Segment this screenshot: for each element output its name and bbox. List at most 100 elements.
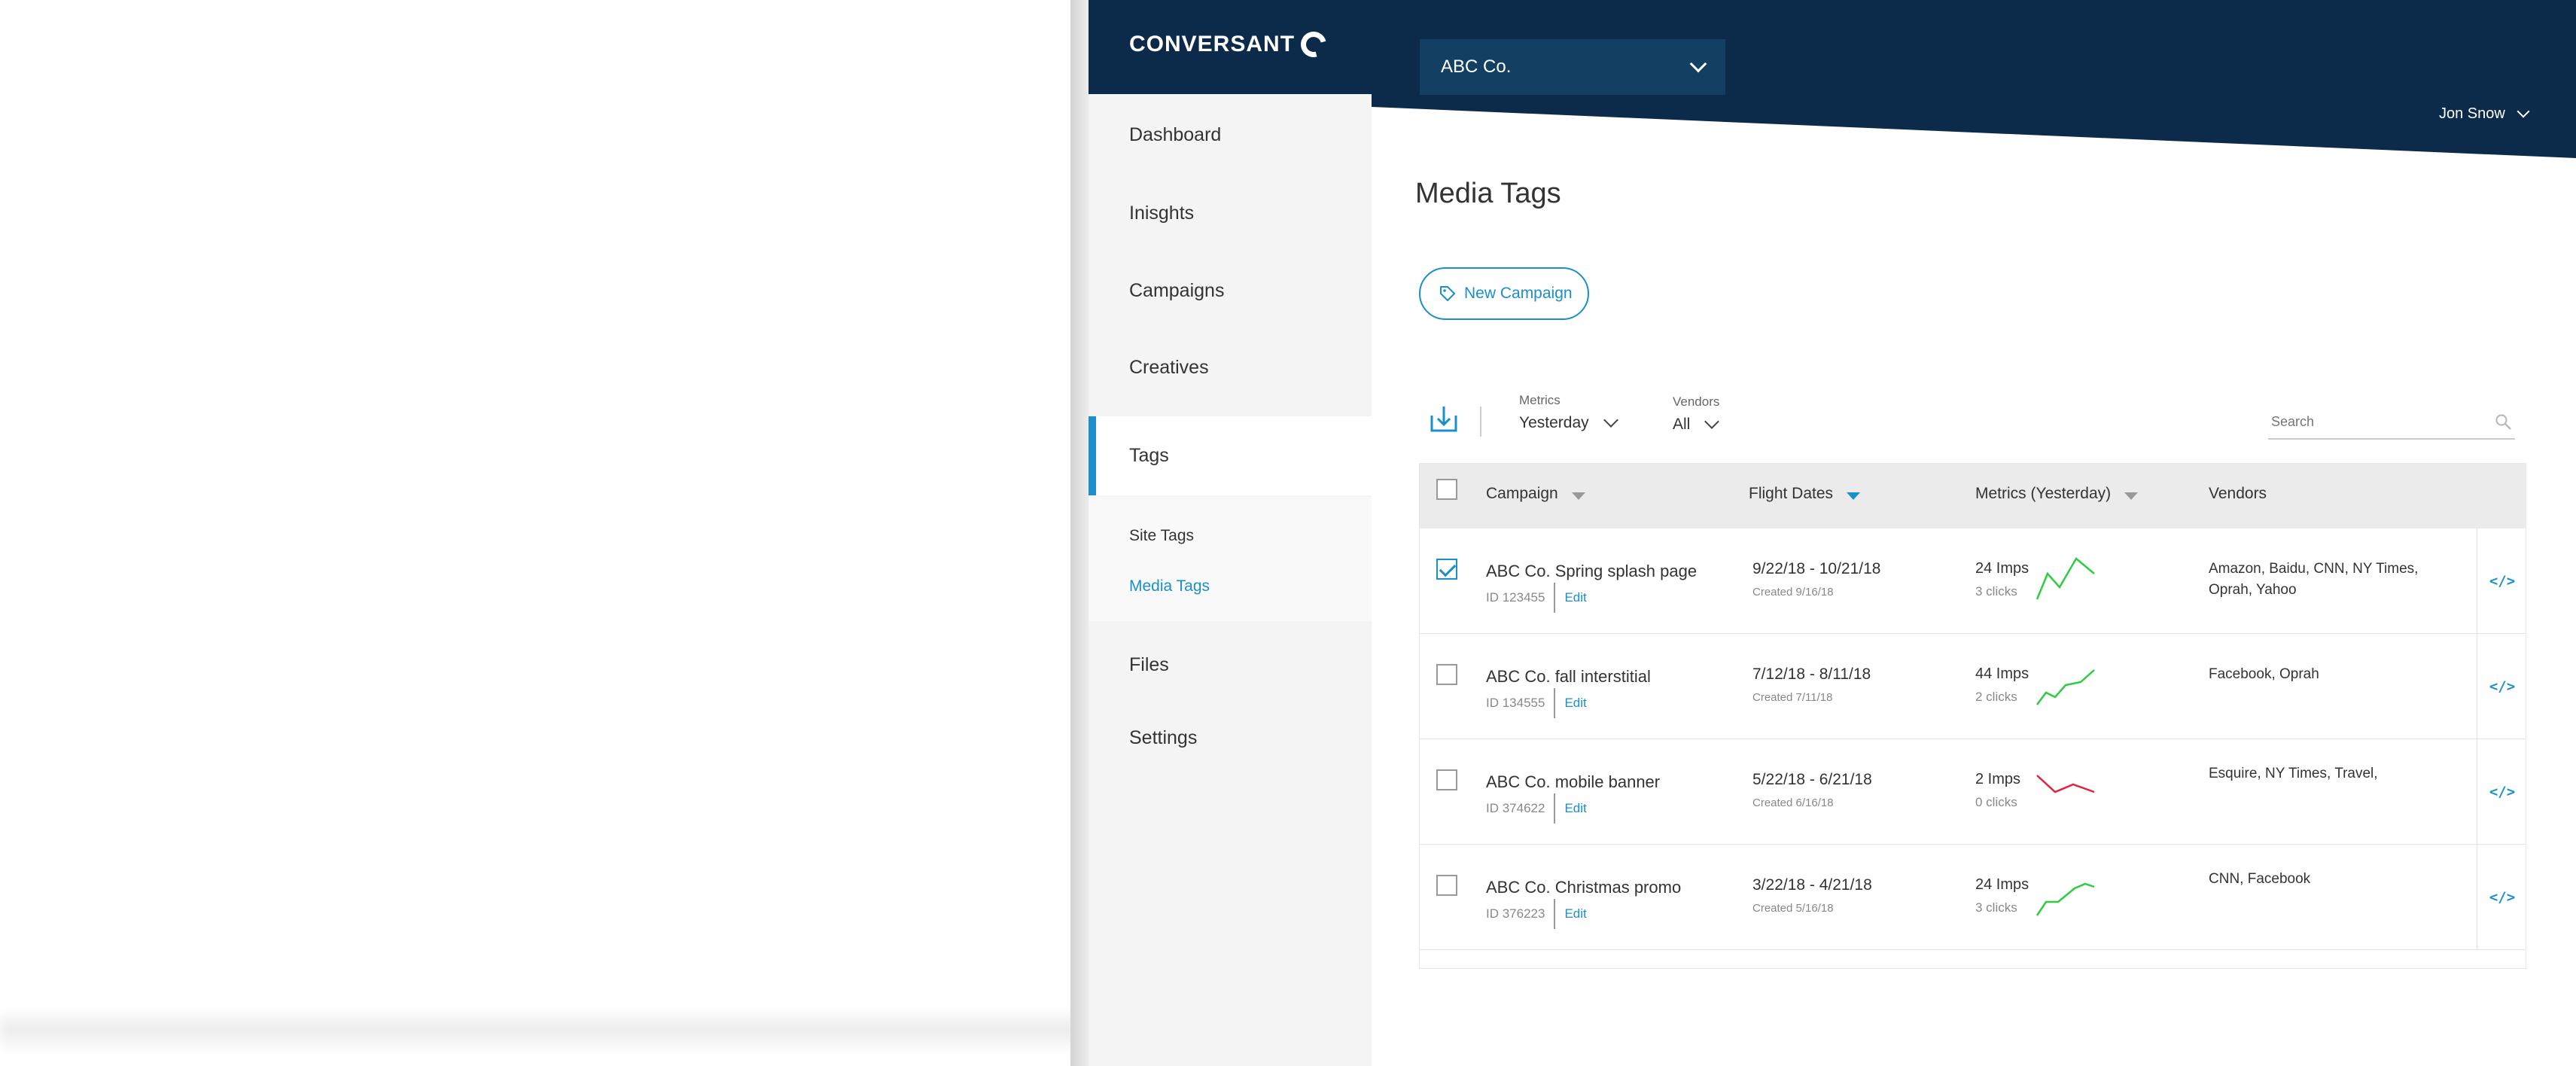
edit-link[interactable]: Edit: [1564, 906, 1586, 921]
meta-divider: [1554, 793, 1556, 824]
toolbar-divider: [1480, 407, 1481, 437]
user-menu[interactable]: Jon Snow: [2439, 105, 2530, 123]
new-campaign-button[interactable]: New Campaign: [1419, 267, 1589, 320]
code-icon[interactable]: </>: [2489, 678, 2515, 695]
sidebar-item-dashboard[interactable]: Dashboard: [1089, 97, 1372, 172]
vendors-list: Amazon, Baidu, CNN, NY Times, Oprah, Yah…: [2209, 561, 2419, 598]
flight-dates: 5/22/18 - 6/21/18: [1752, 771, 1872, 788]
clicks: 3 clicks: [1975, 900, 2017, 915]
flight-dates: 3/22/18 - 4/21/18: [1752, 876, 1872, 894]
campaign-id: ID 123455: [1486, 590, 1545, 605]
created-date: Created 6/16/18: [1752, 796, 1834, 809]
campaign-id: ID 376223: [1486, 906, 1545, 921]
campaign-name: ABC Co. fall interstitial: [1486, 667, 1651, 686]
clicks: 2 clicks: [1975, 690, 2017, 704]
metrics-filter[interactable]: Metrics Yesterday: [1519, 393, 1618, 432]
campaign-meta: ID 123455 Edit: [1486, 583, 1587, 613]
column-header-vendors: Vendors: [2209, 485, 2267, 503]
device-edge: [1070, 0, 1089, 1066]
sparkline-up-icon: [2036, 557, 2095, 600]
select-all-checkbox[interactable]: [1436, 479, 1457, 500]
meta-divider: [1554, 583, 1556, 613]
sidebar-item-files[interactable]: Files: [1089, 627, 1372, 702]
media-tags-table: Campaign Flight Dates Metrics (Yesterday…: [1419, 463, 2526, 969]
row-checkbox[interactable]: [1436, 875, 1457, 896]
subnav-item-site-tags[interactable]: Site Tags: [1129, 527, 1194, 545]
search-input[interactable]: [2271, 413, 2467, 430]
column-header-label: Campaign: [1486, 485, 1558, 502]
sort-icon: [1847, 492, 1861, 500]
subnav-item-media-tags[interactable]: Media Tags: [1129, 577, 1210, 595]
chevron-down-icon: [1689, 55, 1707, 73]
campaign-meta: ID 376223 Edit: [1486, 899, 1587, 929]
impressions: 24 Imps: [1975, 560, 2029, 577]
column-header-metrics[interactable]: Metrics (Yesterday): [1975, 485, 2139, 503]
campaign-id: ID 374622: [1486, 801, 1545, 815]
metrics-filter-value: Yesterday: [1519, 414, 1589, 431]
row-checkbox[interactable]: [1436, 664, 1457, 685]
created-date: Created 5/16/18: [1752, 902, 1834, 915]
sidebar-item-label: Dashboard: [1129, 123, 1222, 145]
table-header: Campaign Flight Dates Metrics (Yesterday…: [1420, 464, 2526, 528]
edit-link[interactable]: Edit: [1564, 696, 1586, 711]
sidebar-item-label: Inisghts: [1129, 202, 1195, 224]
brand-logo: CONVERSANT: [1129, 26, 1332, 62]
search-icon[interactable]: [2494, 413, 2512, 431]
flight-dates: 9/22/18 - 10/21/18: [1752, 560, 1881, 577]
sidebar-item-creatives[interactable]: Creatives: [1089, 330, 1372, 405]
sidebar-item-label: Settings: [1129, 726, 1198, 748]
page-title: Media Tags: [1415, 178, 1561, 209]
chevron-down-icon: [1704, 414, 1720, 429]
code-icon[interactable]: </>: [2489, 889, 2515, 906]
sort-icon: [1571, 492, 1585, 500]
floor-shadow: [0, 1009, 1099, 1054]
table-row[interactable]: ABC Co. mobile banner ID 374622 Edit 5/2…: [1420, 739, 2526, 845]
row-checkbox[interactable]: [1436, 769, 1457, 790]
code-cell: </>: [2477, 528, 2527, 633]
table-row[interactable]: ABC Co. Christmas promo ID 376223 Edit 3…: [1420, 845, 2526, 950]
campaign-name: ABC Co. mobile banner: [1486, 772, 1661, 791]
table-row[interactable]: ABC Co. fall interstitial ID 134555 Edit…: [1420, 634, 2526, 739]
vendors-list: Facebook, Oprah: [2209, 666, 2319, 682]
sidebar-item-insights[interactable]: Inisghts: [1089, 175, 1372, 251]
sidebar-item-campaigns[interactable]: Campaigns: [1089, 253, 1372, 328]
code-cell: </>: [2477, 739, 2527, 844]
edit-link[interactable]: Edit: [1564, 590, 1586, 605]
vendors-filter[interactable]: Vendors All: [1673, 394, 1719, 434]
download-icon[interactable]: [1429, 404, 1459, 434]
campaign-meta: ID 134555 Edit: [1486, 688, 1587, 718]
code-icon[interactable]: </>: [2489, 573, 2515, 589]
org-select[interactable]: ABC Co.: [1420, 39, 1725, 95]
campaign-id: ID 134555: [1486, 696, 1545, 710]
clicks: 3 clicks: [1975, 584, 2017, 598]
column-header-flight-dates[interactable]: Flight Dates: [1749, 485, 1861, 503]
vendors-filter-value: All: [1673, 416, 1691, 433]
sparkline-down-icon: [2036, 775, 2095, 793]
edit-link[interactable]: Edit: [1564, 801, 1586, 816]
code-cell: </>: [2477, 845, 2527, 949]
impressions: 2 Imps: [1975, 771, 2021, 787]
row-checkbox[interactable]: [1436, 559, 1457, 580]
metrics-filter-label: Metrics: [1519, 393, 1561, 407]
sidebar-item-label: Files: [1129, 653, 1169, 675]
sidebar-item-label: Campaigns: [1129, 279, 1225, 301]
campaign-meta: ID 374622 Edit: [1486, 793, 1587, 824]
tags-subnav: Site Tags Media Tags: [1089, 497, 1372, 621]
code-icon[interactable]: </>: [2489, 784, 2515, 800]
sidebar-item-settings[interactable]: Settings: [1089, 700, 1372, 775]
sidebar-item-tags[interactable]: Tags: [1089, 416, 1372, 495]
meta-divider: [1554, 899, 1556, 929]
table-row[interactable]: ABC Co. Spring splash page ID 123455 Edi…: [1420, 528, 2526, 634]
brand-name: CONVERSANT: [1129, 32, 1296, 56]
chevron-down-icon: [2517, 105, 2530, 117]
sidebar-item-label: Tags: [1129, 445, 1169, 466]
vendors-list: Esquire, NY Times, Travel,: [2209, 766, 2378, 781]
column-header-label: Metrics (Yesterday): [1975, 485, 2112, 502]
sparkline-up-icon: [2036, 882, 2095, 916]
impressions: 44 Imps: [1975, 665, 2029, 682]
column-header-label: Vendors: [2209, 485, 2267, 502]
code-cell: </>: [2477, 634, 2527, 739]
vendors-filter-label: Vendors: [1673, 394, 1720, 409]
column-header-campaign[interactable]: Campaign: [1486, 485, 1585, 503]
sort-icon: [2124, 492, 2139, 500]
